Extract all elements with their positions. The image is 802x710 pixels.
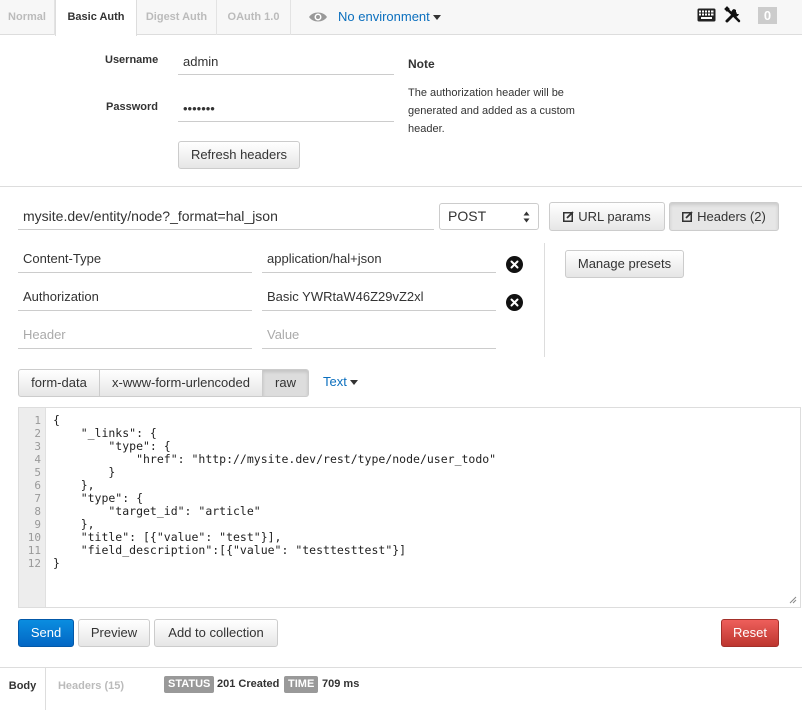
remove-header-icon[interactable] xyxy=(506,256,523,273)
tab-response-body[interactable]: Body xyxy=(0,668,46,710)
body-format-dropdown[interactable]: Text xyxy=(323,374,358,389)
headers-button[interactable]: Headers (2) xyxy=(669,202,779,231)
tab-oauth[interactable]: OAuth 1.0 xyxy=(217,0,291,35)
method-value: POST xyxy=(448,208,487,224)
tools-icon[interactable] xyxy=(724,6,742,24)
headers-divider xyxy=(544,243,545,357)
tab-digest-auth[interactable]: Digest Auth xyxy=(137,0,217,35)
code-line: } xyxy=(53,465,116,479)
line-number: 10 xyxy=(27,531,41,544)
header-key-input[interactable] xyxy=(18,282,252,311)
line-number: 6 xyxy=(34,479,41,492)
section-divider xyxy=(0,186,802,187)
chevron-down-icon xyxy=(349,380,358,386)
line-number: 1 xyxy=(34,414,41,427)
response-bar: Body Headers (15) xyxy=(0,667,802,710)
keyboard-icon[interactable] xyxy=(697,8,716,22)
send-button[interactable]: Send xyxy=(18,619,74,647)
refresh-headers-button[interactable]: Refresh headers xyxy=(178,141,300,169)
body-format-label: Text xyxy=(323,374,347,389)
password-label: Password xyxy=(106,101,158,113)
time-label: TIME xyxy=(284,676,319,693)
notification-count-badge[interactable]: 0 xyxy=(758,7,777,24)
tab-form-data[interactable]: form-data xyxy=(18,369,100,397)
status-value: 201 Created xyxy=(217,678,280,690)
remove-header-icon[interactable] xyxy=(506,294,523,311)
header-value-input[interactable] xyxy=(262,244,496,273)
code-line: } xyxy=(53,556,60,570)
note-title: Note xyxy=(408,57,435,71)
username-label: Username xyxy=(105,54,159,66)
line-number: 8 xyxy=(34,505,41,518)
edit-icon xyxy=(563,211,574,222)
line-number-gutter: 1 2 3 4 5 6 7 8 9 10 11 12 xyxy=(19,408,46,607)
method-select[interactable]: POST xyxy=(439,203,539,230)
tab-x-www-form-urlencoded[interactable]: x-www-form-urlencoded xyxy=(99,369,263,397)
reset-button[interactable]: Reset xyxy=(721,619,779,647)
code-line: "field_description":[{"value": "testtest… xyxy=(53,543,407,557)
chevron-down-icon xyxy=(432,15,441,21)
line-number: 4 xyxy=(34,453,41,466)
resize-handle-icon[interactable] xyxy=(789,596,797,604)
tab-normal[interactable]: Normal xyxy=(0,0,55,35)
manage-presets-button[interactable]: Manage presets xyxy=(565,250,684,278)
add-to-collection-button[interactable]: Add to collection xyxy=(154,619,278,647)
status-label: STATUS xyxy=(164,676,215,693)
edit-icon xyxy=(682,211,693,222)
header-key-input[interactable] xyxy=(18,244,252,273)
time-value: 709 ms xyxy=(322,678,360,690)
body-editor[interactable]: 1 2 3 4 5 6 7 8 9 10 11 12 { "_links": {… xyxy=(18,407,801,608)
password-input[interactable] xyxy=(178,95,394,122)
line-number: 3 xyxy=(34,440,41,453)
code-line: "target_id": "article" xyxy=(53,504,261,518)
line-number: 9 xyxy=(34,518,41,531)
environment-label: No environment xyxy=(338,9,430,24)
header-value-input[interactable] xyxy=(262,282,496,311)
code-line: "href": "http://mysite.dev/rest/type/nod… xyxy=(53,452,497,466)
preview-button[interactable]: Preview xyxy=(78,619,150,647)
auth-tab-bar: Normal Basic Auth Digest Auth OAuth 1.0 … xyxy=(0,0,802,36)
tab-raw[interactable]: raw xyxy=(262,369,309,397)
url-params-label: URL params xyxy=(578,209,651,224)
line-number: 12 xyxy=(27,557,41,570)
tab-response-headers[interactable]: Headers (15) xyxy=(46,668,136,710)
eye-icon xyxy=(309,12,327,22)
username-input[interactable] xyxy=(178,48,394,75)
select-arrows-icon xyxy=(523,211,530,223)
tab-basic-auth[interactable]: Basic Auth xyxy=(55,0,137,36)
line-number: 5 xyxy=(34,466,41,479)
line-number: 7 xyxy=(34,492,41,505)
new-header-value-input[interactable] xyxy=(262,320,496,349)
url-params-button[interactable]: URL params xyxy=(549,202,665,231)
headers-label: Headers (2) xyxy=(697,209,766,224)
code-content[interactable]: { "_links": { "type": { "href": "http://… xyxy=(53,414,496,570)
line-number: 2 xyxy=(34,427,41,440)
new-header-key-input[interactable] xyxy=(18,320,252,349)
note-text: The authorization header will be generat… xyxy=(408,87,575,135)
url-input[interactable] xyxy=(18,203,434,230)
line-number: 11 xyxy=(27,544,41,557)
